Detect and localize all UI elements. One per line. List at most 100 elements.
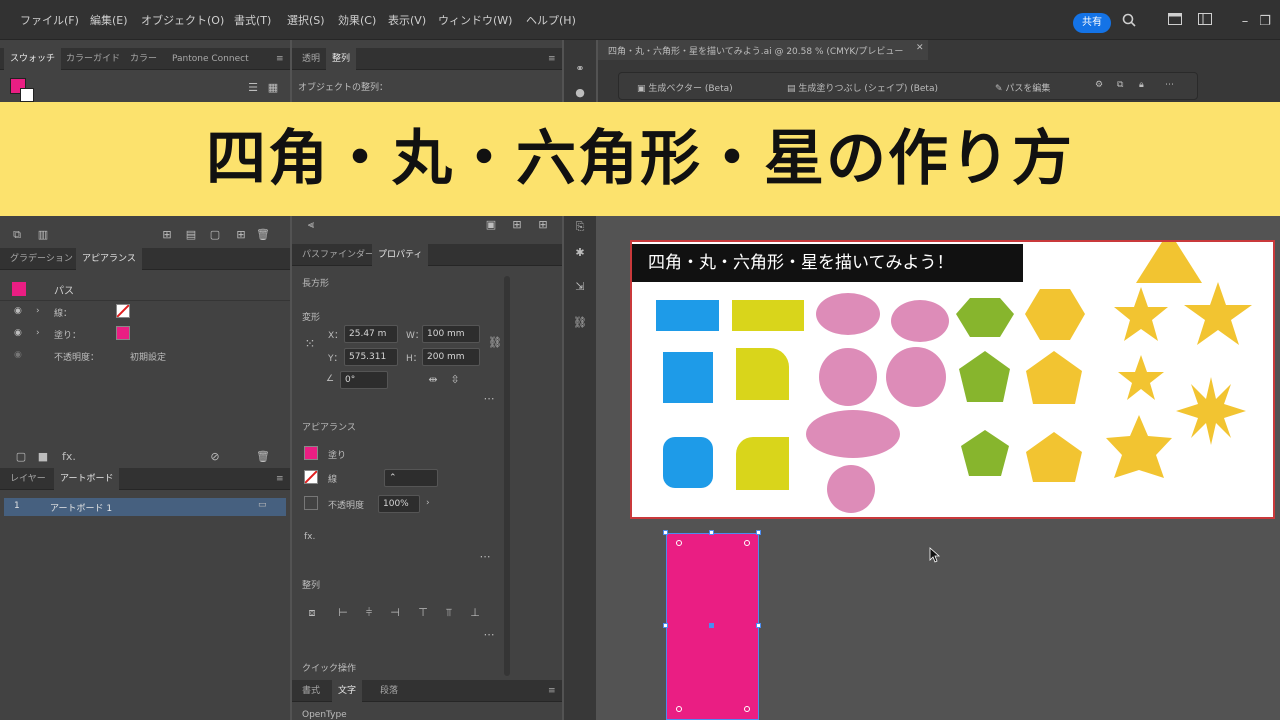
stroke-row-label[interactable]: 線： [54,306,72,319]
align-to-selection-icon[interactable]: ⧈ [304,606,320,620]
tab-pantone-connect[interactable]: Pantone Connect [166,48,255,70]
y-field[interactable]: 575.311 [344,348,398,366]
generative-fill-button[interactable]: ▤ 生成塗りつぶし (シェイプ) (Beta) [787,81,938,94]
green-pentagon[interactable] [959,351,1010,402]
tab-appearance[interactable]: アピアランス [76,248,142,270]
corner-widget[interactable] [744,706,750,712]
align-center-h-icon[interactable]: ⫩ [362,606,376,620]
font-family-field[interactable]: OpenType [302,710,347,720]
x-field[interactable]: 25.47 m [344,325,398,343]
fill-row-swatch[interactable] [116,326,130,340]
add-icon[interactable]: ⊞ [234,228,248,242]
selection-handle[interactable] [756,623,761,628]
search-icon[interactable] [1120,13,1138,31]
distribute-icon[interactable]: ⫷ [304,218,318,232]
green-hexagon[interactable] [956,298,1014,337]
menu-help[interactable]: ヘルプ(H) [526,12,576,28]
menu-type[interactable]: 書式(T) [234,12,271,28]
menu-edit[interactable]: 編集(E) [90,12,128,28]
gold-hexagon[interactable] [1025,289,1085,340]
tab-paragraph[interactable]: 段落 [374,680,404,702]
fill-row-label[interactable]: 塗り： [54,328,81,341]
rotate-field[interactable]: 0° [340,371,388,389]
gold-triangle[interactable] [1136,242,1202,283]
blue-rectangle[interactable] [656,300,719,331]
menu-icon[interactable]: ≡ [270,468,290,490]
chevron-right-icon[interactable]: › [426,498,430,508]
selection-handle[interactable] [663,530,668,535]
scrollbar[interactable] [504,276,510,676]
gold-pentagon[interactable] [1026,432,1082,482]
fx-button[interactable]: fx. [304,532,315,542]
opacity-row-label[interactable]: 不透明度： [54,350,99,363]
grid-icon[interactable]: ⊞ [510,218,524,232]
tab-align[interactable]: 整列 [326,48,357,70]
tab-transparency[interactable]: 透明 [296,48,326,70]
document-tab[interactable]: 四角・丸・六角形・星を描いてみよう.ai @ 20.58 % (CMYK/プレビ… [598,40,928,60]
menu-select[interactable]: 選択(S) [287,12,325,28]
clear-appearance-icon[interactable]: ⊘ [208,450,222,464]
menu-window[interactable]: ウィンドウ(W) [438,12,512,28]
fill-swatch[interactable] [304,446,318,460]
tab-artboards[interactable]: アートボード [54,468,120,490]
pink-circle[interactable] [819,348,877,406]
blue-rounded-square[interactable] [663,437,713,488]
align-top-icon[interactable]: ⊤ [416,606,430,620]
more-icon[interactable]: ⋯ [1165,80,1174,90]
more-icon[interactable]: ⋯ [482,628,496,642]
yellow-rectangle[interactable] [732,300,804,331]
window-icon[interactable] [1196,13,1214,31]
green-pentagon[interactable] [961,430,1009,476]
generate-vector-button[interactable]: ▣ 生成ベクター (Beta) [637,81,733,94]
corner-widget[interactable] [676,540,682,546]
network-icon[interactable]: ⛓ [572,316,588,330]
gold-pentagon[interactable] [1026,351,1082,404]
tab-layers[interactable]: レイヤー [4,468,52,490]
fx-icon[interactable]: fx. [60,450,78,464]
minimize-icon[interactable]: – [1236,13,1254,31]
flip-horizontal-icon[interactable]: ⇹ [426,373,440,387]
yellow-rounded-corner-square[interactable] [736,437,789,490]
swatch-kind-icon[interactable]: ▥ [36,228,50,242]
share-button[interactable]: 共有 [1073,13,1111,33]
corner-widget[interactable] [744,540,750,546]
pink-ellipse[interactable] [891,300,949,342]
pink-circle[interactable] [827,465,875,513]
tab-gradient[interactable]: グラデーション [4,248,79,270]
align-bottom-icon[interactable]: ⊥ [468,606,482,620]
gold-burst-star[interactable] [1176,377,1246,445]
corner-widget[interactable] [676,706,682,712]
selection-handle[interactable] [709,530,714,535]
gold-star[interactable] [1118,355,1164,400]
w-field[interactable]: 100 mm [422,325,480,343]
tab-pathfinder[interactable]: パスファインダー [296,244,380,266]
blue-square[interactable] [663,352,713,403]
swatch-library-icon[interactable]: ⧉ [10,228,24,242]
stroke-none-swatch[interactable] [116,304,130,318]
lock-icon[interactable]: 🔒︎ [1139,80,1144,90]
chevron-right-icon[interactable]: › [36,328,40,338]
gold-star[interactable] [1184,282,1252,345]
swatch-option-icon[interactable]: ⊞ [160,228,174,242]
more-icon[interactable]: ⋯ [482,392,496,406]
align-left-icon[interactable]: ⊢ [336,606,350,620]
yellow-round-corner-square[interactable] [736,348,789,400]
trash-icon[interactable]: 🗑︎ [256,228,270,242]
eye-icon[interactable]: ◉ [14,328,22,338]
pink-circle[interactable] [886,347,946,407]
add-fill-icon[interactable]: ■ [36,450,50,464]
chevron-right-icon[interactable]: › [36,306,40,316]
eye-icon[interactable]: ◉ [14,306,22,316]
selection-handle[interactable] [756,530,761,535]
align-right-icon[interactable]: ⊣ [388,606,402,620]
folder-icon[interactable]: ▢ [208,228,222,242]
artboard-options-icon[interactable]: ▭ [258,500,267,510]
puppet-icon[interactable]: ✱ [572,246,588,260]
menu-icon[interactable]: ≡ [542,48,562,70]
grid-view-icon[interactable]: ▦ [266,81,280,95]
menu-effect[interactable]: 効果(C) [338,12,376,28]
stroke-swatch[interactable] [20,88,34,102]
menu-file[interactable]: ファイル(F) [20,12,79,28]
reference-point-icon[interactable]: ⁙ [302,338,318,352]
duplicate-icon[interactable]: ⧉ [1117,80,1123,90]
